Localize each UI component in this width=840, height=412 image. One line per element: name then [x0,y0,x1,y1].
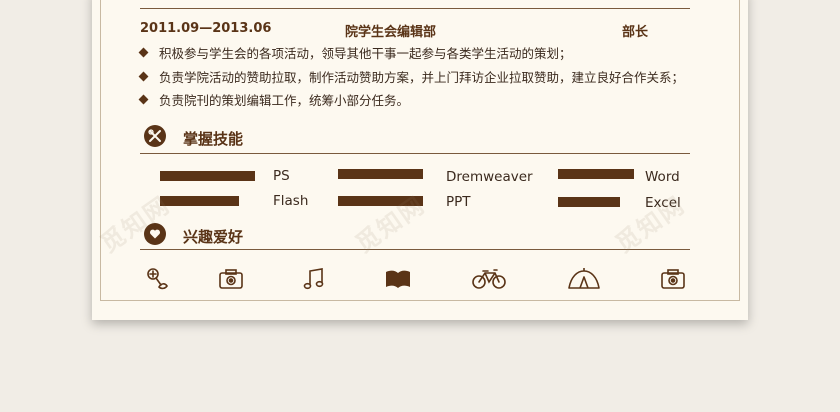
bicycle-icon [472,267,506,291]
diamond-bullet-icon [138,94,149,105]
experience-bullet: 负责院刊的策划编辑工作，统筹小部分任务。 [138,90,410,109]
experience-date: 2011.09—2013.06 [140,21,272,36]
skill-level-bar [558,169,634,179]
skill-label: Word [645,169,680,185]
music-icon [302,267,328,291]
experience-bullet: 负责学院活动的赞助拉取，制作活动赞助方案，并上门拜访企业拉取赞助，建立良好合作关… [138,67,685,86]
experience-role: 部长 [622,25,649,40]
skill-label: PPT [446,194,471,210]
skill-level-bar [338,169,423,179]
hobbies-title: 兴趣爱好 [183,228,244,246]
skill-level-bar [558,197,620,207]
skill-level-bar [160,196,239,206]
diamond-bullet-icon [138,71,149,82]
skills-title: 掌握技能 [183,130,244,148]
skill-label: Dremweaver [446,169,533,185]
divider-skills [140,153,690,154]
tent-icon [567,267,601,291]
skill-label: PS [273,168,290,184]
skill-label: Flash [273,193,309,209]
divider-top [140,8,690,9]
bullet-text: 负责院刊的策划编辑工作，统筹小部分任务。 [159,93,410,108]
camera-icon [660,267,686,291]
camera-icon [218,267,244,291]
book-icon [385,267,411,291]
bullet-text: 负责学院活动的赞助拉取，制作活动赞助方案，并上门拜访企业拉取赞助，建立良好合作关… [159,70,685,85]
badminton-icon [145,267,171,291]
divider-hobbies [140,249,690,250]
experience-bullet: 积极参与学生会的各项活动，领导其他干事一起参与各类学生活动的策划； [138,43,572,62]
bullet-text: 积极参与学生会的各项活动，领导其他干事一起参与各类学生活动的策划； [159,46,572,61]
diamond-bullet-icon [138,47,149,58]
tools-icon [144,125,166,147]
skill-level-bar [160,171,255,181]
experience-organization: 院学生会编辑部 [345,25,437,40]
